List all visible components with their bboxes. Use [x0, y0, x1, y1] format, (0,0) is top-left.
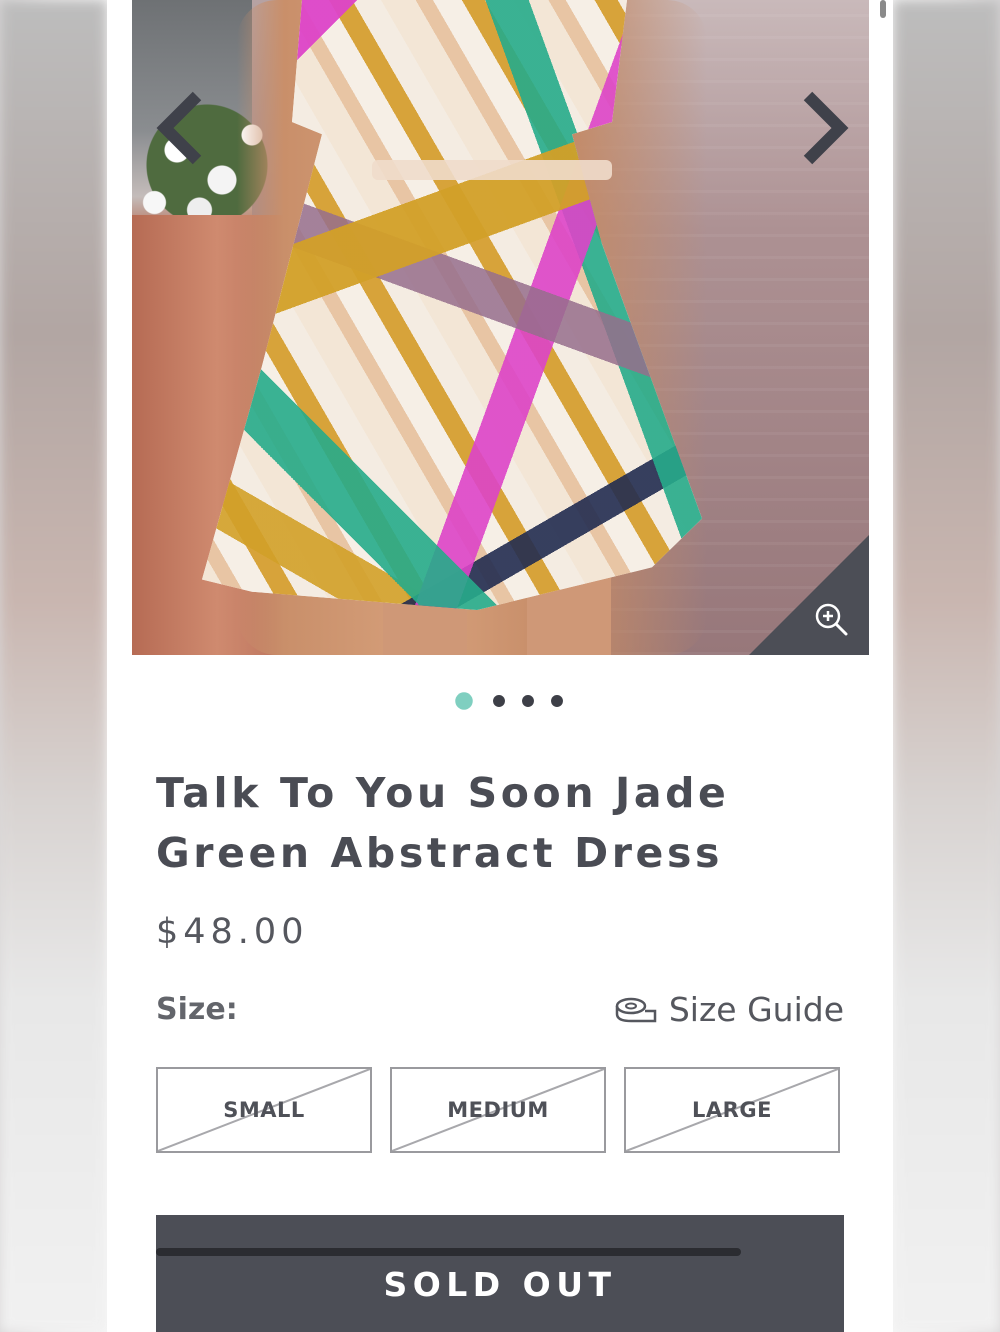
- size-option-label: MEDIUM: [447, 1098, 549, 1122]
- background-blur-right: [893, 0, 1000, 1332]
- chevron-right-icon: [803, 91, 849, 165]
- size-option-medium[interactable]: MEDIUM: [390, 1067, 606, 1153]
- image-dress-belt: [372, 160, 612, 180]
- size-option-large[interactable]: LARGE: [624, 1067, 840, 1153]
- loading-bar: [156, 1248, 741, 1256]
- pagination-dot[interactable]: [454, 692, 473, 710]
- pagination-dot[interactable]: [521, 695, 534, 707]
- pagination-dot[interactable]: [550, 695, 563, 707]
- size-option-small[interactable]: SMALL: [156, 1067, 372, 1153]
- chevron-left-icon: [156, 91, 202, 165]
- size-option-label: SMALL: [223, 1098, 305, 1122]
- size-guide-link[interactable]: Size Guide: [615, 990, 844, 1029]
- gallery-prev-button[interactable]: [150, 88, 210, 168]
- size-guide-label: Size Guide: [668, 990, 844, 1029]
- size-label: Size:: [156, 992, 238, 1027]
- sold-out-label: SOLD OUT: [383, 1265, 617, 1304]
- sold-out-button[interactable]: SOLD OUT: [156, 1215, 844, 1332]
- tape-measure-icon: [615, 997, 657, 1022]
- background-blur-left: [0, 0, 107, 1332]
- product-price: $48.00: [156, 912, 309, 952]
- gallery-next-button[interactable]: [795, 88, 855, 168]
- product-image[interactable]: [132, 0, 869, 655]
- image-pagination: [107, 692, 893, 710]
- zoom-in-icon: [815, 603, 848, 636]
- product-panel: Talk To You Soon Jade Green Abstract Dre…: [107, 0, 893, 1332]
- product-title: Talk To You Soon Jade Green Abstract Dre…: [156, 769, 730, 877]
- size-option-label: LARGE: [692, 1098, 772, 1122]
- scrollbar[interactable]: [880, 0, 886, 18]
- size-options: SMALL MEDIUM LARGE: [156, 1067, 840, 1153]
- pagination-dot[interactable]: [492, 695, 505, 707]
